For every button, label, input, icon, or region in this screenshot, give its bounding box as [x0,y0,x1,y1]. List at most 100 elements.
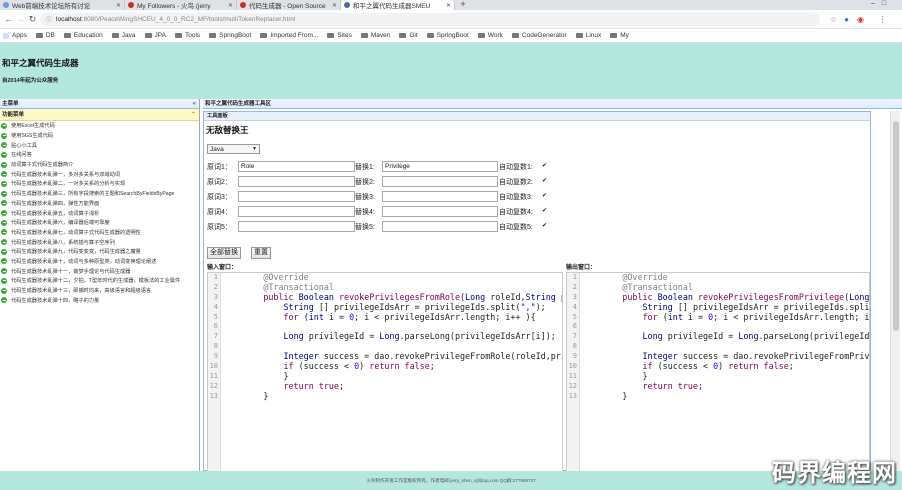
reload-icon[interactable]: ↻ [27,14,38,25]
bookmark-item[interactable]: Tools [174,32,200,39]
bookmark-item[interactable]: CodeGenerator [511,32,567,39]
replace-all-button[interactable]: 全部替换 [207,247,241,259]
code-token: return true [582,380,698,391]
new-tab-button[interactable]: + [458,0,468,10]
menu-item[interactable]: 代码生成器技术乱弹六，编译器后端可靠度 [0,218,199,228]
extension-icon[interactable]: ● [841,14,852,25]
menu-item[interactable]: 代码生成器技术乱弹九，代码变变变，代码生成器之魔量 [0,247,199,257]
code-token: Long [849,291,870,302]
replacement-word-input[interactable] [382,206,498,217]
menu-item[interactable]: 使用Excel生成代码 [0,121,199,131]
bookmark-label: Work [487,32,503,39]
replace-row: 原词3： 替换3: 自动复数3: ✔ [207,191,552,203]
close-tab-icon[interactable]: ✕ [446,2,451,9]
apps-grid-icon [3,32,9,39]
replacement-word-input[interactable] [382,176,498,187]
menu-item[interactable]: 代码生成器技术乱弹七，动词算子式代码生成器的透明性 [0,228,199,238]
collapse-up-icon[interactable]: ⌃ [191,109,196,121]
bookmark-item[interactable]: Sites [327,32,352,39]
bookmark-label: Sites [337,32,352,39]
line-number: 11 [209,371,218,380]
menu-item[interactable]: 代码生成器技术乱弹十二，夕拍，T型年时代的生成器，模板法的工业属件 [0,276,199,286]
minimize-window-icon[interactable]: – [868,0,878,10]
folder-icon [477,33,485,38]
close-tab-icon[interactable]: ✕ [116,2,121,9]
replacement-word-input[interactable]: Privilege [382,161,498,172]
browser-tab[interactable]: 代码生成器 - Open Source ✕ [237,0,341,10]
menu-header-label: 功能菜单 [2,112,25,118]
menu-dots-icon[interactable]: ⋮ [877,14,888,25]
app-title: 和平之翼代码生成器 [2,58,79,68]
code-token: .parseLong(privilegeIdsArr[i]); [758,331,870,342]
vertical-scrollbar[interactable] [890,111,900,471]
bookmark-item[interactable]: Git [399,32,418,39]
menu-list: 使用Excel生成代码 使用SGS生成代码 贴心小工具在线问答 动词算子式代码生成器简… [0,121,199,305]
back-arrow-icon[interactable]: ← [3,14,14,25]
menu-item[interactable]: 使用SGS生成代码 [0,131,199,141]
bookmarks-bar: Apps DB Education Java JPA Tools SpringBoot Imp… [0,29,902,43]
menu-item[interactable]: 在线问答 [0,150,199,160]
menu-item[interactable]: 代码生成器技术乱弹十，动词与多种原型类，动词变换理论阐述 [0,257,199,267]
menu-item[interactable]: 代码生成器技术乱弹四，弹性万能界面 [0,199,199,209]
browser-tab-active[interactable]: 和平之翼代码生成器SMEU ✕ [341,0,455,10]
menu-item[interactable]: 代码生成器技术乱弹三，所有字段搜索的主题和SearchByFieldsByPag… [0,189,199,199]
bookmark-item[interactable]: DB [35,32,55,39]
menu-item[interactable]: 代码生成器技术乱弹十三，即捕时均来，高级语言和超级语言 [0,286,199,296]
bookmark-item[interactable]: Linux [575,32,601,39]
bookmark-item[interactable]: Imported From... [260,32,318,39]
code-line: } [223,391,562,402]
auto-plural-checkbox[interactable]: ✔ [542,223,548,229]
menu-item[interactable]: 代码生成器技术乱弹十四，略子的力量 [0,295,199,305]
address-bar[interactable]: ⓘ localhost :8080/PeaceWingSHCEU_4_0_0_R… [40,13,820,26]
bookmark-item[interactable]: Java [111,32,136,39]
reset-button[interactable]: 重置 [251,247,271,259]
bookmark-item[interactable]: Maven [360,32,390,39]
original-word-input[interactable] [238,191,355,202]
code-token: i = [328,311,350,322]
bookmark-item[interactable]: Apps [3,32,27,39]
menu-item-label: 在线问答 [11,152,32,159]
menu-item[interactable]: 动词算子式代码生成器简介 [0,160,199,170]
menu-item[interactable]: 贴心小工具 [0,140,199,150]
forward-arrow-icon[interactable]: → [15,14,26,25]
language-select[interactable]: Java ▼ [207,144,260,154]
bookmark-item[interactable]: My [610,32,629,39]
scrollbar-thumb[interactable] [893,121,899,331]
original-word-input[interactable] [238,176,355,187]
menu-item[interactable]: 代码生成器技术乱弹一，多对多关系与双域动词 [0,169,199,179]
browser-tab[interactable]: My Followers - 火鸟 (jerry ✕ [125,0,237,10]
collapse-left-icon[interactable]: « [193,99,196,109]
close-tab-icon[interactable]: ✕ [228,2,233,9]
maximize-window-icon[interactable]: □ [879,0,889,10]
bookmark-item[interactable]: SpringBoot [209,32,251,39]
info-icon[interactable]: ⓘ [46,15,52,24]
green-circle-icon [1,161,7,168]
code-token: } [582,390,628,401]
output-code-editor[interactable]: 1 2 3 4 5 6 7 8 9 10 11 12 13 @Override @Transaction… [566,272,870,472]
original-word-input[interactable] [238,221,355,232]
input-code-editor[interactable]: 1 2 3 4 5 6 7 8 9 10 11 12 13 @Override @Transaction… [207,272,563,472]
auto-plural-checkbox[interactable]: ✔ [542,208,548,214]
replacement-word-input[interactable] [382,221,498,232]
bookmark-star-icon[interactable]: ☆ [828,14,839,25]
bookmark-item[interactable]: SpringBoot [426,32,469,39]
menu-item[interactable]: 代码生成器技术乱弹五，动词算子浅析 [0,208,199,218]
replacement-word-input[interactable] [382,191,498,202]
bookmark-item[interactable]: JPA [144,32,166,39]
auto-plural-checkbox[interactable]: ✔ [542,193,548,199]
bookmark-item[interactable]: Work [477,32,503,39]
menu-item[interactable]: 代码生成器技术乱弹十一，做梦手理论与代码生成器 [0,266,199,276]
original-word-input[interactable] [238,206,355,217]
auto-plural-checkbox[interactable]: ✔ [542,178,548,184]
menu-item[interactable]: 代码生成器技术乱弹二，一对多关系的分析与实现 [0,179,199,189]
menu-item[interactable]: 代码生成器技术乱弹八，系统插与算子空序列 [0,237,199,247]
function-menu-header[interactable]: 功能菜单 ⌃ [0,109,199,121]
original-word-input[interactable]: Role [238,161,355,172]
auto-plural-checkbox[interactable]: ✔ [542,163,548,169]
close-tab-icon[interactable]: ✕ [332,2,337,9]
panel-title: 主菜单 [2,101,19,107]
bookmark-item[interactable]: Education [63,32,103,39]
browser-tab[interactable]: Web前端技术论坛所有讨论 ✕ [0,0,125,10]
extension-icon[interactable]: ◉ [855,14,866,25]
code-token: success = dao.revokePrivilegeFromRole(ro… [323,351,562,362]
